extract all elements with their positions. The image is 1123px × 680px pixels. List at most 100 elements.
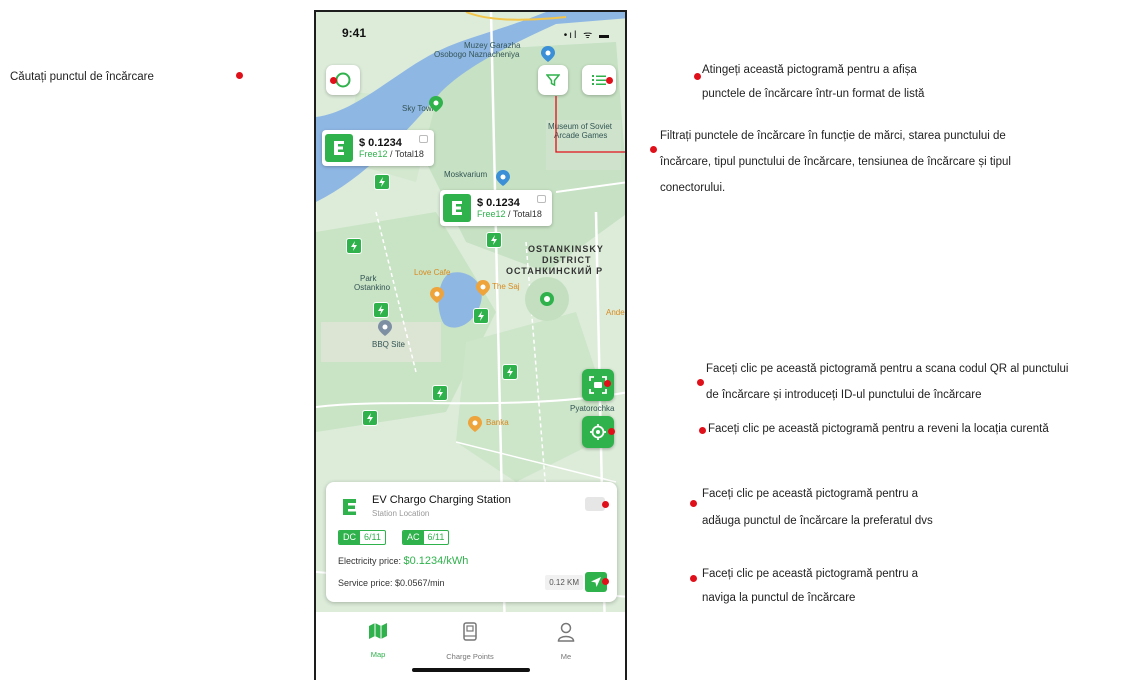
bubble-count: Free12 / Total18	[477, 209, 542, 219]
ac-label: AC	[403, 531, 424, 544]
map-label: OSTANKINSKY	[528, 244, 604, 254]
annotation-scan-line1: Faceți clic pe această pictogramă pentru…	[706, 363, 1069, 375]
service-label: Service price:	[338, 578, 396, 588]
place-pin-icon	[476, 280, 490, 296]
navigate-arrow-icon	[591, 577, 601, 587]
dc-value: 6/11	[364, 532, 381, 542]
annotation-dot-navigate	[690, 575, 697, 582]
charger-pin[interactable]	[473, 308, 489, 324]
annotation-filter-line3: conectorului.	[660, 182, 726, 194]
ac-value: 6/11	[427, 532, 445, 542]
annotation-dot-favorite	[690, 500, 697, 507]
bolt-icon	[478, 311, 484, 321]
annotation-nav-line1: Faceți clic pe această pictogramă pentru…	[702, 568, 919, 580]
electricity-price: Electricity price: $0.1234/kWh	[338, 555, 468, 567]
bubble-favorite-icon	[537, 195, 546, 203]
annotation-filter-line1: Filtrați punctele de încărcare în funcți…	[660, 130, 1006, 142]
electricity-label: Electricity price:	[338, 556, 404, 566]
station-bubble[interactable]: $ 0.1234 Free12 / Total18	[440, 190, 552, 226]
annotation-list-line1: Atingeți această pictogramă pentru a afi…	[702, 64, 917, 76]
annotation-fav-line2: adăuga punctul de încărcare la preferatu…	[702, 515, 933, 527]
bubble-price: $ 0.1234	[477, 197, 520, 209]
map-label: The Saj	[492, 282, 520, 291]
station-logo-icon	[325, 134, 353, 162]
map-label: DISTRICT	[542, 255, 592, 265]
annotation-search: Căutați punctul de încărcare	[10, 71, 154, 83]
bolt-icon	[491, 235, 497, 245]
map-label: Park	[360, 274, 377, 283]
bolt-icon	[507, 367, 513, 377]
station-brand-icon	[343, 499, 356, 515]
phone-screen: 9:41 •ıl ᯤ ▬ Muzey Garazha Osobogo Nazna…	[314, 10, 627, 680]
map-label: ОСТАНКИНСКИЙ Р	[506, 266, 604, 276]
service-value: $0.0567/min	[395, 578, 445, 588]
map-label: BBQ Site	[372, 340, 405, 349]
bubble-sep: /	[505, 209, 513, 219]
bubble-favorite-icon	[419, 135, 428, 143]
charger-pin[interactable]	[346, 238, 362, 254]
annotation-dot-locate	[699, 427, 706, 434]
tab-map-label: Map	[370, 650, 386, 659]
electricity-value: $0.1234/kWh	[403, 555, 469, 567]
annotation-dot-filter	[650, 146, 657, 153]
annotation-dot-scan	[697, 379, 704, 386]
tab-me[interactable]: Me	[526, 622, 606, 661]
annotation-scan-line2: de încărcare și introduceți ID-ul punctu…	[706, 389, 982, 401]
tab-map[interactable]: Map	[338, 622, 418, 659]
charger-pin[interactable]	[373, 302, 389, 318]
charger-pin[interactable]	[362, 410, 378, 426]
charger-pin[interactable]	[374, 174, 390, 190]
filter-leader-line	[555, 96, 625, 153]
bolt-icon	[437, 388, 443, 398]
annotation-dot-scan-btn	[604, 380, 611, 387]
place-pin-icon	[378, 320, 392, 336]
place-pin-icon	[541, 46, 555, 62]
place-pin-icon	[496, 170, 510, 186]
charger-pin[interactable]	[502, 364, 518, 380]
map-label: Love Cafe	[414, 268, 451, 277]
bubble-total: Total18	[512, 209, 542, 219]
tab-me-label: Me	[560, 652, 572, 661]
bolt-icon	[378, 305, 384, 315]
station-bubble[interactable]: $ 0.1234 Free12 / Total18	[322, 130, 434, 166]
station-card[interactable]: EV Chargo Charging Station Station Locat…	[326, 482, 617, 602]
annotation-list-line2: punctele de încărcare într-un format de …	[702, 88, 925, 100]
bolt-icon	[351, 241, 357, 251]
station-location: Station Location	[372, 509, 430, 518]
tab-charge-points[interactable]: Charge Points	[430, 622, 510, 661]
home-indicator	[412, 668, 530, 672]
bolt-icon	[379, 177, 385, 187]
charger-pin[interactable]	[486, 232, 502, 248]
place-pin-icon	[468, 416, 482, 432]
place-pin-icon	[430, 287, 444, 303]
annotation-dot-list	[694, 73, 701, 80]
ac-connector-tag: AC 6/11	[402, 530, 450, 545]
dc-connector-tag: DC 6/11	[338, 530, 386, 545]
station-name: EV Chargo Charging Station	[372, 494, 511, 506]
annotation-fav-line1: Faceți clic pe această pictogramă pentru…	[702, 488, 919, 500]
map-label: Banka	[486, 418, 509, 427]
bubble-sep: /	[387, 149, 395, 159]
map-label: Ostankino	[354, 283, 391, 292]
charger-tab-icon	[463, 622, 477, 641]
annotation-nav-line2: naviga la punctul de încărcare	[702, 592, 856, 604]
map-label: Ande	[606, 308, 625, 317]
tab-bar: Map Charge Points Me	[316, 612, 625, 680]
bubble-free: Free12	[477, 209, 506, 219]
annotation-dot-locate-btn	[608, 428, 615, 435]
locate-icon	[590, 424, 606, 440]
bubble-price: $ 0.1234	[359, 137, 402, 149]
charger-pin[interactable]	[432, 385, 448, 401]
map-label: Pyatorochka	[570, 404, 615, 413]
bolt-icon	[367, 413, 373, 423]
annotation-dot-fav-btn	[602, 501, 609, 508]
annotation-filter-line2: încărcare, tipul punctului de încărcare,…	[660, 156, 1011, 168]
dc-label: DC	[339, 531, 360, 544]
user-tab-icon	[557, 622, 575, 642]
annotation-locate: Faceți clic pe această pictogramă pentru…	[708, 423, 1049, 435]
bubble-count: Free12 / Total18	[359, 149, 424, 159]
map-tab-icon	[369, 623, 387, 639]
station-logo-icon	[443, 194, 471, 222]
annotation-dot-nav-btn	[602, 578, 609, 585]
bubble-free: Free12	[359, 149, 388, 159]
